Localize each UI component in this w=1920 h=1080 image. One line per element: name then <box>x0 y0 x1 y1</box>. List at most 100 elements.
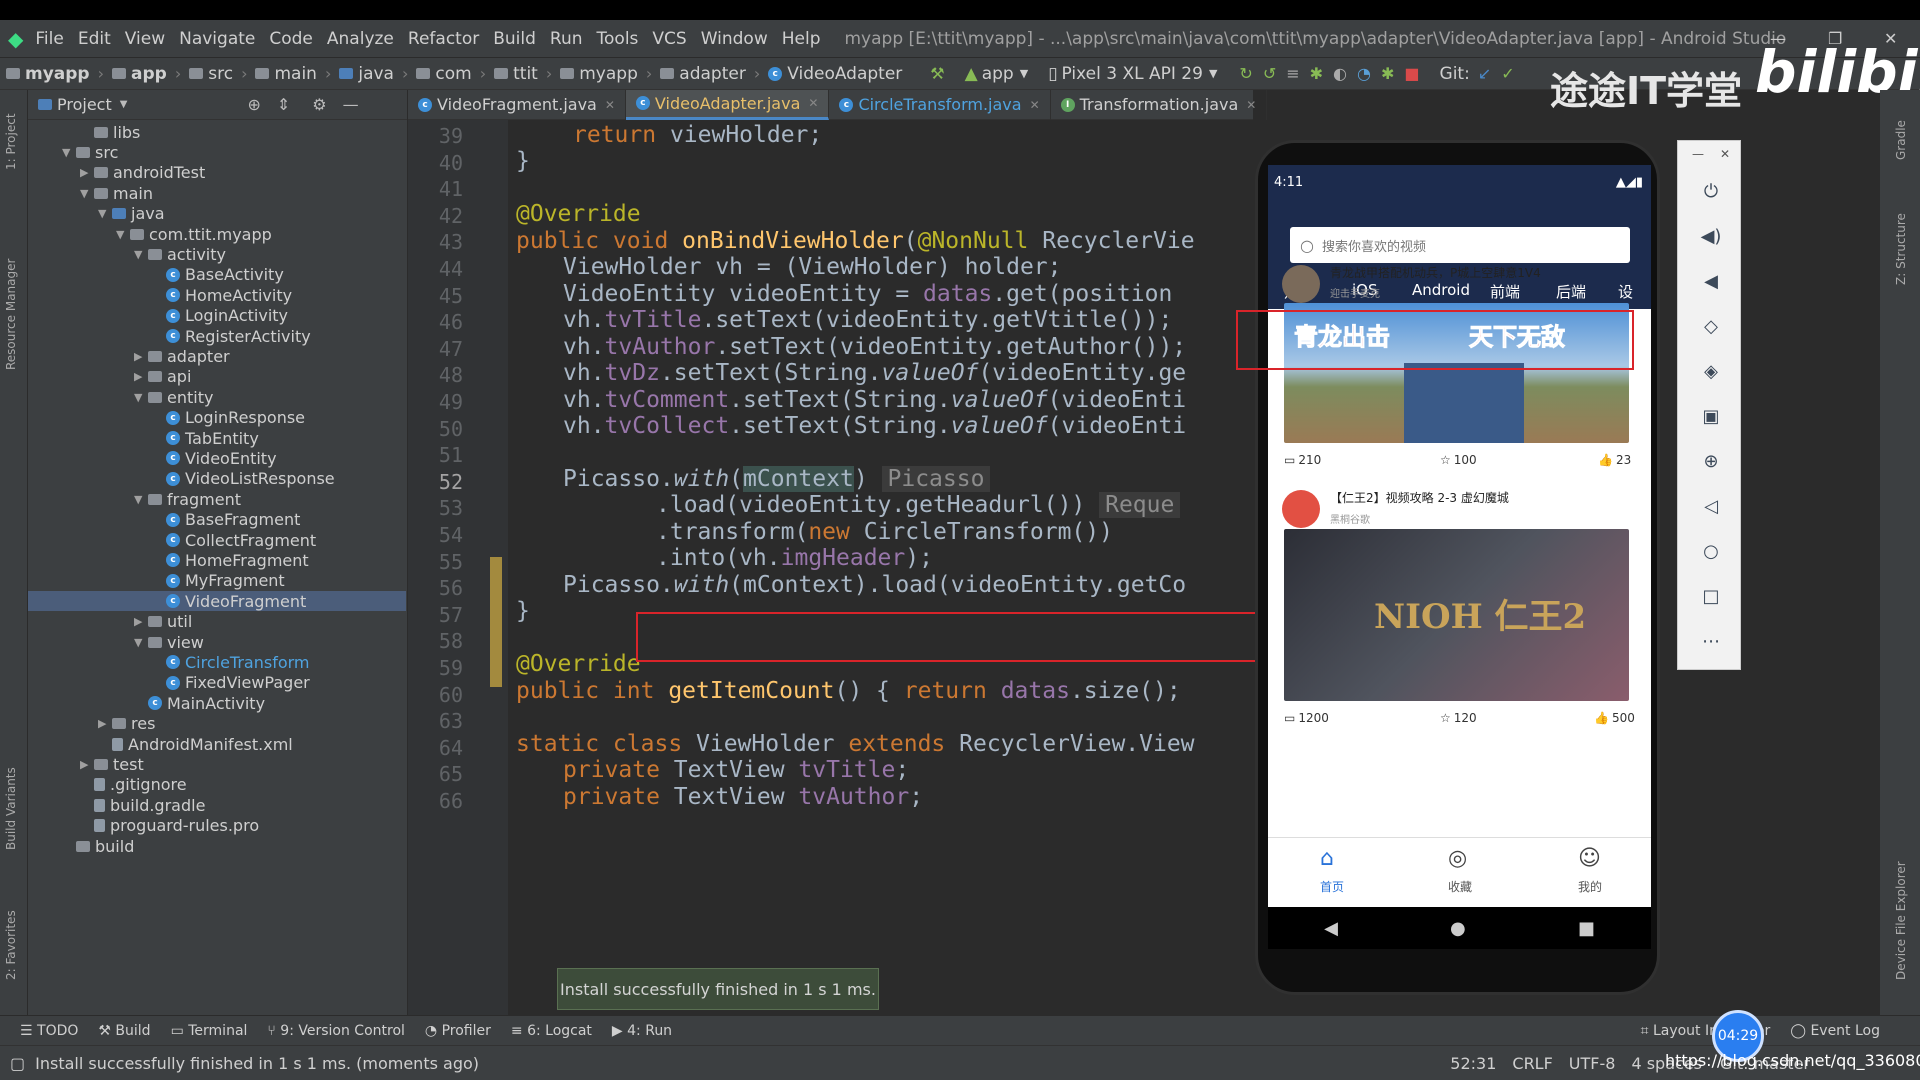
tab-transformation[interactable]: I Transformation.java ✕ <box>1051 89 1268 120</box>
close-icon[interactable]: ✕ <box>1720 147 1730 161</box>
tree-item[interactable]: c CollectFragment <box>28 530 406 550</box>
close-tab-icon[interactable]: ✕ <box>1030 98 1040 112</box>
chevron-down-icon[interactable]: ▼ <box>134 391 148 404</box>
home-icon[interactable]: ○ <box>1700 541 1722 563</box>
tree-item[interactable]: proguard-rules.pro <box>28 816 406 836</box>
todo-tab[interactable]: ☰ TODO <box>20 1023 78 1039</box>
menu-refactor[interactable]: Refactor <box>408 29 479 49</box>
code-editor[interactable]: return viewHolder; } @Override public vo… <box>508 120 1253 1015</box>
chevron-down-icon[interactable]: ▼ <box>134 636 148 649</box>
like-count[interactable]: ☆ 120 <box>1440 711 1477 725</box>
camera-icon[interactable]: ▣ <box>1700 406 1722 428</box>
gradle-tab[interactable]: Gradle <box>1894 120 1908 160</box>
breadcrumb-com[interactable]: com <box>416 64 472 84</box>
comment-count[interactable]: ▭ 210 <box>1284 453 1321 467</box>
tree-item[interactable]: c RegisterActivity <box>28 326 406 346</box>
tree-item[interactable]: build <box>28 836 406 856</box>
breadcrumb-myapp-pkg[interactable]: myapp <box>560 64 638 84</box>
tree-item[interactable]: ▼ src <box>28 142 406 162</box>
menu-run[interactable]: Run <box>550 29 583 49</box>
menu-vcs[interactable]: VCS <box>652 29 686 49</box>
menu-analyze[interactable]: Analyze <box>327 29 394 49</box>
chevron-down-icon[interactable]: ▼ <box>116 228 130 241</box>
tree-item[interactable]: c BaseActivity <box>28 265 406 285</box>
category-tab-design[interactable]: 设 <box>1618 281 1633 302</box>
tree-item[interactable]: ▼ entity <box>28 387 406 407</box>
hide-icon[interactable]: — <box>343 95 359 114</box>
locate-icon[interactable]: ⊕ <box>247 95 260 114</box>
video-title[interactable]: 【仁王2】视频攻略 2-3 虚幻魔城 <box>1330 489 1509 506</box>
tree-item[interactable]: c HomeActivity <box>28 285 406 305</box>
tree-item[interactable]: c HomeFragment <box>28 550 406 570</box>
more-icon[interactable]: ⋯ <box>1700 631 1722 653</box>
tree-item[interactable]: ▼ java <box>28 204 406 224</box>
tree-item[interactable]: .gitignore <box>28 775 406 795</box>
volume-down-icon[interactable]: ◀ <box>1700 271 1722 293</box>
menu-file[interactable]: File <box>35 29 63 49</box>
chevron-right-icon[interactable]: ▶ <box>134 350 148 363</box>
tree-item[interactable]: ▼ activity <box>28 244 406 264</box>
tree-item[interactable]: ▼ com.ttit.myapp <box>28 224 406 244</box>
caret-position[interactable]: 52:31 <box>1450 1054 1496 1073</box>
line-separator[interactable]: CRLF <box>1512 1054 1552 1073</box>
back-icon[interactable]: ◁ <box>1700 496 1722 518</box>
tab-videofragment[interactable]: c VideoFragment.java ✕ <box>408 89 626 120</box>
tree-item[interactable]: libs <box>28 122 406 142</box>
git-update-icon[interactable]: ↙ <box>1478 64 1491 83</box>
favorites-tab[interactable]: 2: Favorites <box>4 910 18 980</box>
tree-item[interactable]: c LoginActivity <box>28 306 406 326</box>
tree-item[interactable]: ▶ res <box>28 714 406 734</box>
menu-window[interactable]: Window <box>701 29 768 49</box>
category-tab-backend[interactable]: 后端 <box>1556 281 1586 302</box>
tree-item[interactable]: c MainActivity <box>28 693 406 713</box>
collect-count[interactable]: 👍 23 <box>1598 453 1631 467</box>
tree-item[interactable]: c LoginResponse <box>28 408 406 428</box>
power-icon[interactable]: ⏻ <box>1700 181 1722 203</box>
menu-navigate[interactable]: Navigate <box>179 29 255 49</box>
chevron-down-icon[interactable]: ▼ <box>80 187 94 200</box>
gear-icon[interactable]: ⚙ <box>312 95 326 114</box>
tree-item[interactable]: c VideoFragment <box>28 591 406 612</box>
terminal-tab[interactable]: ▭ Terminal <box>171 1023 248 1039</box>
run-config-dropdown[interactable]: ▲ app ▼ <box>965 64 1029 84</box>
menu-tools[interactable]: Tools <box>597 29 639 49</box>
tree-item[interactable]: ▼ view <box>28 632 406 652</box>
chevron-down-icon[interactable]: ▼ <box>134 493 148 506</box>
apply-changes-icon[interactable]: ↻ <box>1239 64 1252 83</box>
logcat-tab[interactable]: ≡ 6: Logcat <box>511 1023 592 1039</box>
tree-item[interactable]: c TabEntity <box>28 428 406 448</box>
tree-item[interactable]: c MyFragment <box>28 571 406 591</box>
bug-icon[interactable]: ✱ <box>1381 64 1394 83</box>
zoom-icon[interactable]: ⊕ <box>1700 451 1722 473</box>
attach-debugger-icon[interactable]: ◔ <box>1357 64 1371 83</box>
rotate-right-icon[interactable]: ◈ <box>1700 361 1722 383</box>
debug-icon[interactable]: ✱ <box>1310 64 1323 83</box>
menu-view[interactable]: View <box>125 29 165 49</box>
project-tool-tab[interactable]: 1: Project <box>4 113 18 170</box>
minimize-icon[interactable]: — <box>1692 147 1704 161</box>
tree-item[interactable]: c FixedViewPager <box>28 673 406 693</box>
overview-icon[interactable]: □ <box>1700 586 1722 608</box>
chevron-down-icon[interactable]: ▼ <box>120 99 128 110</box>
resource-manager-tab[interactable]: Resource Manager <box>4 259 18 370</box>
nav-home[interactable]: 首页 <box>1320 878 1344 895</box>
event-log-tab[interactable]: ◯ Event Log <box>1790 1023 1880 1039</box>
chevron-down-icon[interactable]: ▼ <box>62 146 76 159</box>
tree-item[interactable]: AndroidManifest.xml <box>28 734 406 754</box>
project-view-dropdown[interactable]: Project <box>57 95 112 114</box>
tree-item[interactable]: c BaseFragment <box>28 510 406 530</box>
collect-count[interactable]: 👍 500 <box>1594 711 1635 725</box>
close-tab-icon[interactable]: ✕ <box>1246 98 1256 112</box>
build-tab[interactable]: ⚒ Build <box>98 1023 150 1039</box>
tab-circletransform[interactable]: c CircleTransform.java ✕ <box>829 89 1051 120</box>
breadcrumb-java[interactable]: java <box>339 64 394 84</box>
collapse-icon[interactable]: ⇕ <box>277 95 290 114</box>
chevron-right-icon[interactable]: ▶ <box>134 615 148 628</box>
tab-videoadapter[interactable]: c VideoAdapter.java ✕ <box>625 89 830 120</box>
compass-icon[interactable]: ◎ <box>1448 846 1467 871</box>
close-tab-icon[interactable]: ✕ <box>808 96 818 110</box>
rotate-left-icon[interactable]: ◇ <box>1700 316 1722 338</box>
run-tab[interactable]: ▶ 4: Run <box>612 1023 672 1039</box>
structure-tab[interactable]: Z: Structure <box>1894 213 1908 285</box>
list-icon[interactable]: ≡ <box>1286 64 1299 83</box>
